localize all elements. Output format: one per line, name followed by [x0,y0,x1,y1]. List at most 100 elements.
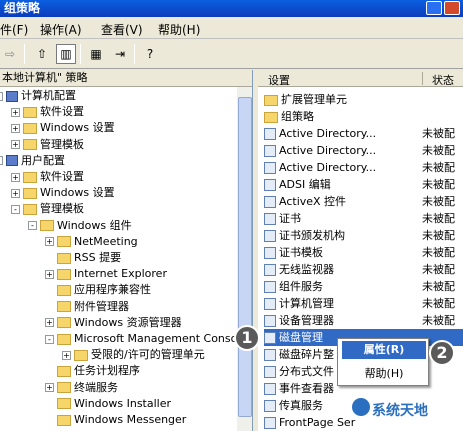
tree-item[interactable]: + NetMeeting [45,234,138,250]
collapse-icon[interactable]: - [45,334,54,344]
policy-row[interactable]: 扩展管理单元 [264,91,463,108]
policy-row[interactable]: ADSI 编辑 未被配 [264,176,463,193]
policy-icon [264,298,276,310]
folder-icon [23,187,37,199]
policy-row-status: 未被配 [422,280,455,293]
tree-item[interactable]: + 管理模板 [11,137,84,153]
column-divider[interactable] [422,72,423,85]
collapse-icon[interactable]: - [0,156,3,166]
menu-item-properties[interactable]: 属性(R) [342,341,426,359]
tree-item[interactable]: + 终端服务 [45,380,118,396]
close-button[interactable] [444,1,460,15]
policy-row-status: 未被配 [422,178,455,191]
help-icon[interactable]: ? [140,44,160,64]
policy-row[interactable]: Active Directory... 未被配 [264,159,463,176]
export-list-icon[interactable]: ⇥ [110,44,130,64]
expand-icon[interactable]: + [45,237,54,247]
menu-file[interactable]: 件(F) [0,21,28,38]
policy-row[interactable]: 证书模板 未被配 [264,244,463,261]
expand-icon[interactable]: + [11,188,20,198]
show-tree-icon[interactable]: ▥ [56,44,76,64]
policy-row[interactable]: FrontPage Ser [264,414,463,431]
policy-icon [264,315,276,327]
folder-icon [57,382,71,394]
scrollbar-thumb[interactable] [238,97,252,417]
column-status[interactable]: 状态 [432,72,454,88]
watermark-logo-icon [352,398,370,416]
title-bar: 组策略 [0,0,463,17]
policy-row[interactable]: 设备管理器 未被配 [264,312,463,329]
policy-row[interactable]: Active Directory... 未被配 [264,125,463,142]
up-folder-icon[interactable]: ⇧ [32,44,52,64]
menu-item-help[interactable]: 帮助(H) [342,365,426,383]
tree-item[interactable]: - 用户配置 [0,153,65,169]
menu-view[interactable]: 查看(V) [101,21,143,38]
forward-icon[interactable]: ⇨ [0,44,20,64]
policy-icon [264,145,276,157]
expand-icon[interactable]: + [62,350,71,360]
policy-icon [264,162,276,174]
minimize-button[interactable] [426,1,442,15]
expand-icon[interactable]: + [45,269,54,279]
tree-item[interactable]: + Windows 设置 [11,185,115,201]
tree-scrollbar[interactable] [237,87,252,431]
policy-row-label: Active Directory... [279,127,377,140]
properties-icon[interactable]: ▦ [86,44,106,64]
computer-icon [6,155,18,167]
context-menu: 属性(R) 帮助(H) [337,338,429,386]
policy-row-label: ActiveX 控件 [279,195,347,208]
toolbar-separator [134,44,135,64]
folder-icon [23,139,37,151]
expand-icon[interactable]: + [11,140,20,150]
policy-row-label: 证书 [279,212,301,225]
tree-item-label: Internet Explorer [74,267,167,281]
policy-icon [264,332,276,344]
menu-action[interactable]: 操作(A) [40,21,82,38]
expand-icon[interactable]: + [45,383,54,393]
tree-item[interactable]: + 软件设置 [11,169,84,185]
tree-item[interactable]: - Microsoft Management Console [45,331,247,347]
policy-icon [264,247,276,259]
collapse-icon[interactable]: - [28,221,37,231]
expand-icon[interactable]: + [11,172,20,182]
policy-row[interactable]: 组件服务 未被配 [264,278,463,295]
policy-row[interactable]: Active Directory... 未被配 [264,142,463,159]
tree-item[interactable]: + Windows 资源管理器 [45,315,182,331]
tree-item[interactable]: 应用程序兼容性 [45,282,151,298]
tree-item[interactable]: - 管理模板 [11,201,84,217]
folder-icon [23,106,37,118]
policy-row[interactable]: 组策略 [264,108,463,125]
policy-row[interactable]: 无线监视器 未被配 [264,261,463,278]
expand-icon[interactable]: + [11,123,20,133]
folder-open-icon [57,333,71,345]
policy-icon [264,230,276,242]
policy-row-label: 组策略 [281,110,314,123]
column-setting[interactable]: 设置 [268,72,290,88]
tree-item[interactable]: - 计算机配置 [0,88,76,104]
tree-item[interactable]: + 受限的/许可的管理单元 [62,347,205,363]
tree-item[interactable]: 任务计划程序 [45,363,140,379]
tree-item[interactable]: + Windows 设置 [11,120,115,136]
menu-help[interactable]: 帮助(H) [158,21,200,38]
policy-row[interactable]: ActiveX 控件 未被配 [264,193,463,210]
policy-row[interactable]: 证书 未被配 [264,210,463,227]
tree-item[interactable]: Windows Messenger [45,412,186,428]
policy-row[interactable]: 证书颁发机构 未被配 [264,227,463,244]
collapse-icon[interactable]: - [11,204,20,214]
tree-item-label: NetMeeting [74,234,138,248]
expand-icon[interactable]: + [11,107,20,117]
tree-item[interactable]: Windows Installer [45,396,171,412]
folder-icon [57,284,71,296]
collapse-icon[interactable]: - [0,91,3,101]
tree-item[interactable]: + Internet Explorer [45,266,167,282]
tree-item[interactable]: - Windows 组件 [28,218,132,234]
tree-item[interactable]: + 软件设置 [11,104,84,120]
tree-item[interactable]: RSS 提要 [45,250,121,266]
toolbar-separator [80,44,81,64]
tree-item-label: Windows 设置 [40,121,115,135]
expand-icon[interactable]: + [45,318,54,328]
policy-row[interactable]: 计算机管理 未被配 [264,295,463,312]
tree-item-label: Windows 组件 [57,218,132,232]
tree-item[interactable]: 附件管理器 [45,299,129,315]
policy-row-status: 未被配 [422,212,455,225]
